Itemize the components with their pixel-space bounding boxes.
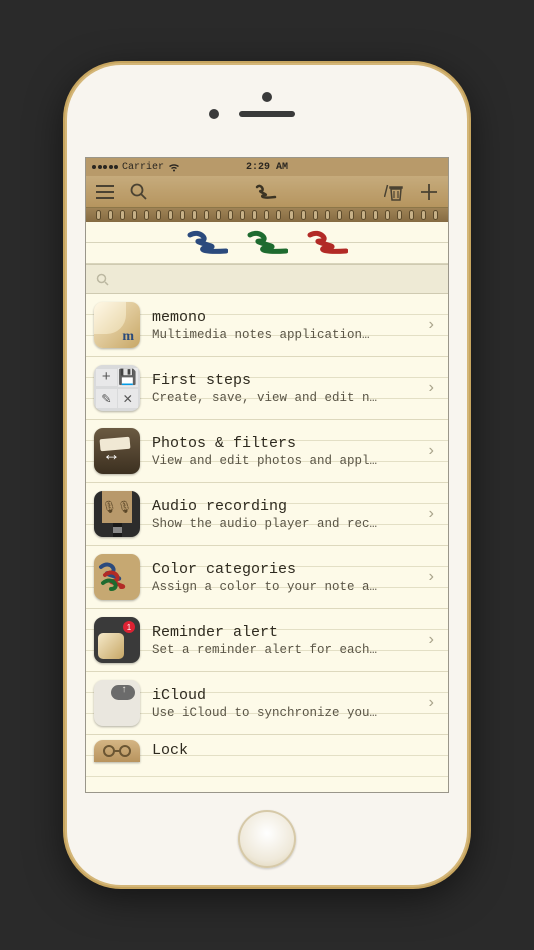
note-thumbnail: 🎙🎙 [94, 491, 140, 537]
status-bar: Carrier 2:29 AM [86, 158, 448, 176]
chevron-right-icon: › [422, 442, 440, 460]
note-title: Reminder alert [152, 624, 422, 641]
search-field[interactable] [86, 264, 448, 294]
note-thumbnail [94, 740, 140, 762]
list-item[interactable]: 🎙🎙 Audio recording Show the audio player a… [86, 483, 448, 546]
note-text: Audio recording Show the audio player and… [152, 498, 422, 531]
front-camera [209, 109, 219, 119]
clock: 2:29 AM [246, 162, 288, 173]
list-item[interactable]: Color categories Assign a color to your n… [86, 546, 448, 609]
wifi-icon [168, 163, 180, 172]
note-title: Audio recording [152, 498, 422, 515]
speaker [239, 111, 295, 117]
list-item[interactable]: Reminder alert Set a reminder alert for e… [86, 609, 448, 672]
list-item[interactable]: Photos & filters View and edit photos and… [86, 420, 448, 483]
scribble-red [306, 229, 348, 257]
note-subtitle: Assign a color to your note a… [152, 580, 422, 594]
chevron-right-icon: › [422, 505, 440, 523]
note-text: Reminder alert Set a reminder alert for e… [152, 624, 422, 657]
note-subtitle: Multimedia notes application… [152, 328, 422, 342]
note-thumbnail [94, 680, 140, 726]
note-thumbnail [94, 428, 140, 474]
spiral-binding [86, 208, 448, 222]
toolbar [86, 176, 448, 208]
search-small-icon [96, 273, 109, 286]
carrier-label: Carrier [122, 162, 164, 173]
note-text: Color categories Assign a color to your n… [152, 561, 422, 594]
chevron-right-icon: › [422, 568, 440, 586]
chevron-right-icon: › [422, 379, 440, 397]
phone-frame: Carrier 2:29 AM [67, 65, 467, 885]
note-title: Color categories [152, 561, 422, 578]
note-subtitle: Create, save, view and edit n… [152, 391, 422, 405]
home-button[interactable] [238, 810, 296, 868]
note-thumbnail [94, 554, 140, 600]
add-icon[interactable] [420, 183, 438, 201]
note-title: First steps [152, 372, 422, 389]
list-item[interactable]: Lock [86, 735, 448, 763]
screen: Carrier 2:29 AM [85, 157, 449, 793]
signal-dots-icon [92, 165, 118, 169]
trash-icon[interactable] [384, 183, 404, 201]
chevron-right-icon: › [422, 316, 440, 334]
scribble-icon[interactable] [255, 183, 277, 201]
note-subtitle: Set a reminder alert for each… [152, 643, 422, 657]
chevron-right-icon: › [422, 694, 440, 712]
note-title: memono [152, 309, 422, 326]
note-text: memono Multimedia notes application… [152, 309, 422, 342]
note-subtitle: Show the audio player and rec… [152, 517, 422, 531]
note-title: Photos & filters [152, 435, 422, 452]
note-title: iCloud [152, 687, 422, 704]
note-text: First steps Create, save, view and edit n… [152, 372, 422, 405]
note-text: Photos & filters View and edit photos and… [152, 435, 422, 468]
list-item[interactable]: +💾✎✕ First steps Create, save, view and ed… [86, 357, 448, 420]
chevron-right-icon: › [422, 631, 440, 649]
menu-icon[interactable] [96, 185, 114, 199]
note-thumbnail [94, 302, 140, 348]
note-subtitle: View and edit photos and appl… [152, 454, 422, 468]
note-thumbnail [94, 617, 140, 663]
list-item[interactable]: memono Multimedia notes application…› [86, 294, 448, 357]
note-thumbnail: +💾✎✕ [94, 365, 140, 411]
scribble-green [246, 229, 288, 257]
search-icon[interactable] [130, 183, 147, 200]
scribble-blue [186, 229, 228, 257]
note-text: Lock [152, 742, 440, 761]
notes-list[interactable]: memonoMultimedia notes application…›+💾✎✕… [86, 294, 448, 792]
color-scribble-row [86, 222, 448, 264]
note-subtitle: Use iCloud to synchronize you… [152, 706, 422, 720]
list-item[interactable]: iCloud Use iCloud to synchronize you…› [86, 672, 448, 735]
note-title: Lock [152, 742, 440, 759]
sensor [262, 92, 272, 102]
note-text: iCloud Use iCloud to synchronize you… [152, 687, 422, 720]
